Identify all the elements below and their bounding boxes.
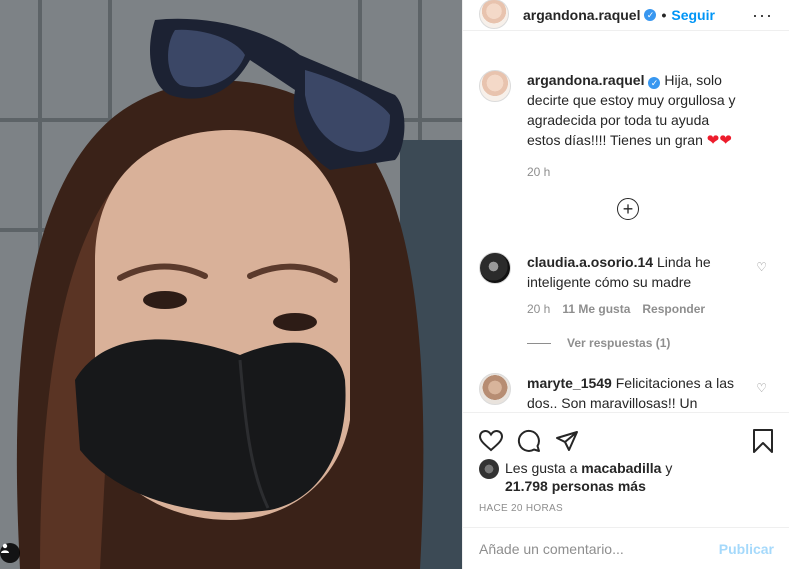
caption-verified-badge-icon: ✓ bbox=[648, 77, 661, 89]
follow-button[interactable]: Seguir bbox=[671, 7, 715, 23]
commenter-avatar[interactable] bbox=[479, 373, 511, 405]
more-options-icon[interactable]: ··· bbox=[752, 6, 773, 24]
reply-button[interactable]: Responder bbox=[642, 302, 705, 316]
comments-list[interactable]: argandona.raquel ✓ Hija, solo decirte que… bbox=[463, 62, 789, 411]
author-username[interactable]: argandona.raquel bbox=[523, 7, 640, 23]
post-side-panel: argandona.raquel ✓ • Seguir ··· argandon… bbox=[462, 0, 789, 569]
view-replies-label: Ver respuestas (1) bbox=[567, 336, 671, 350]
add-comment-bar: Publicar bbox=[463, 527, 789, 569]
commenter-username[interactable]: claudia.a.osorio.14 bbox=[527, 254, 653, 270]
post-timestamp[interactable]: HACE 20 HORAS bbox=[463, 503, 789, 514]
like-comment-heart-icon[interactable]: ♡ bbox=[756, 260, 767, 274]
comment-timestamp[interactable]: 20 h bbox=[527, 302, 550, 316]
publish-button[interactable]: Publicar bbox=[719, 541, 774, 557]
red-heart-emoji-icon: ❤ bbox=[706, 132, 720, 149]
liker-avatar[interactable] bbox=[479, 459, 499, 479]
red-heart-emoji-icon: ❤ bbox=[719, 132, 732, 149]
like-comment-heart-icon[interactable]: ♡ bbox=[756, 381, 767, 395]
caption-author-username[interactable]: argandona.raquel bbox=[527, 72, 644, 88]
comment-text-block: maryte_1549 Felicitaciones a las dos.. S… bbox=[527, 373, 737, 411]
save-bookmark-icon[interactable] bbox=[752, 429, 774, 453]
caption-author-avatar[interactable] bbox=[479, 70, 511, 102]
photo-illustration bbox=[0, 0, 462, 569]
post-photo[interactable] bbox=[0, 0, 462, 569]
post-caption: argandona.raquel ✓ Hija, solo decirte que… bbox=[463, 62, 789, 179]
comment-item: maryte_1549 Felicitaciones a las dos.. S… bbox=[479, 373, 775, 411]
replies-divider-line bbox=[527, 342, 551, 344]
verified-badge-icon: ✓ bbox=[644, 9, 657, 21]
share-paper-plane-icon[interactable] bbox=[555, 429, 579, 453]
likes-prefix: Les gusta a bbox=[505, 460, 578, 476]
likes-summary: Les gusta a macabadilla y 21.798 persona… bbox=[463, 459, 789, 495]
likes-connector: y bbox=[665, 460, 673, 476]
comment-input[interactable] bbox=[479, 540, 719, 557]
separator-dot: • bbox=[661, 7, 667, 23]
like-heart-icon[interactable] bbox=[479, 430, 503, 452]
comment-like-count[interactable]: 11 Me gusta bbox=[562, 302, 630, 316]
comment-meta: 20 h 11 Me gusta Responder bbox=[527, 302, 737, 316]
view-replies-button[interactable]: Ver respuestas (1) bbox=[527, 336, 670, 350]
comment-text-block: claudia.a.osorio.14 Linda he inteligente… bbox=[527, 252, 737, 292]
caption-timestamp[interactable]: 20 h bbox=[527, 165, 737, 179]
post-header: argandona.raquel ✓ • Seguir ··· bbox=[463, 0, 789, 31]
likes-text: Les gusta a macabadilla y 21.798 persona… bbox=[505, 459, 672, 495]
author-avatar[interactable] bbox=[479, 0, 509, 29]
comment-bubble-icon[interactable] bbox=[517, 429, 541, 453]
action-bar bbox=[463, 413, 789, 459]
likes-others-count[interactable]: 21.798 personas más bbox=[505, 478, 646, 494]
tagged-users-icon[interactable] bbox=[0, 543, 20, 563]
load-more-comments-icon[interactable]: + bbox=[617, 198, 639, 220]
comment-item: claudia.a.osorio.14 Linda he inteligente… bbox=[479, 252, 775, 316]
liker-username[interactable]: macabadilla bbox=[581, 460, 661, 476]
caption-text-block: argandona.raquel ✓ Hija, solo decirte que… bbox=[527, 70, 737, 151]
commenter-avatar[interactable] bbox=[479, 252, 511, 284]
commenter-username[interactable]: maryte_1549 bbox=[527, 375, 612, 391]
post-actions-area: Les gusta a macabadilla y 21.798 persona… bbox=[463, 412, 789, 527]
